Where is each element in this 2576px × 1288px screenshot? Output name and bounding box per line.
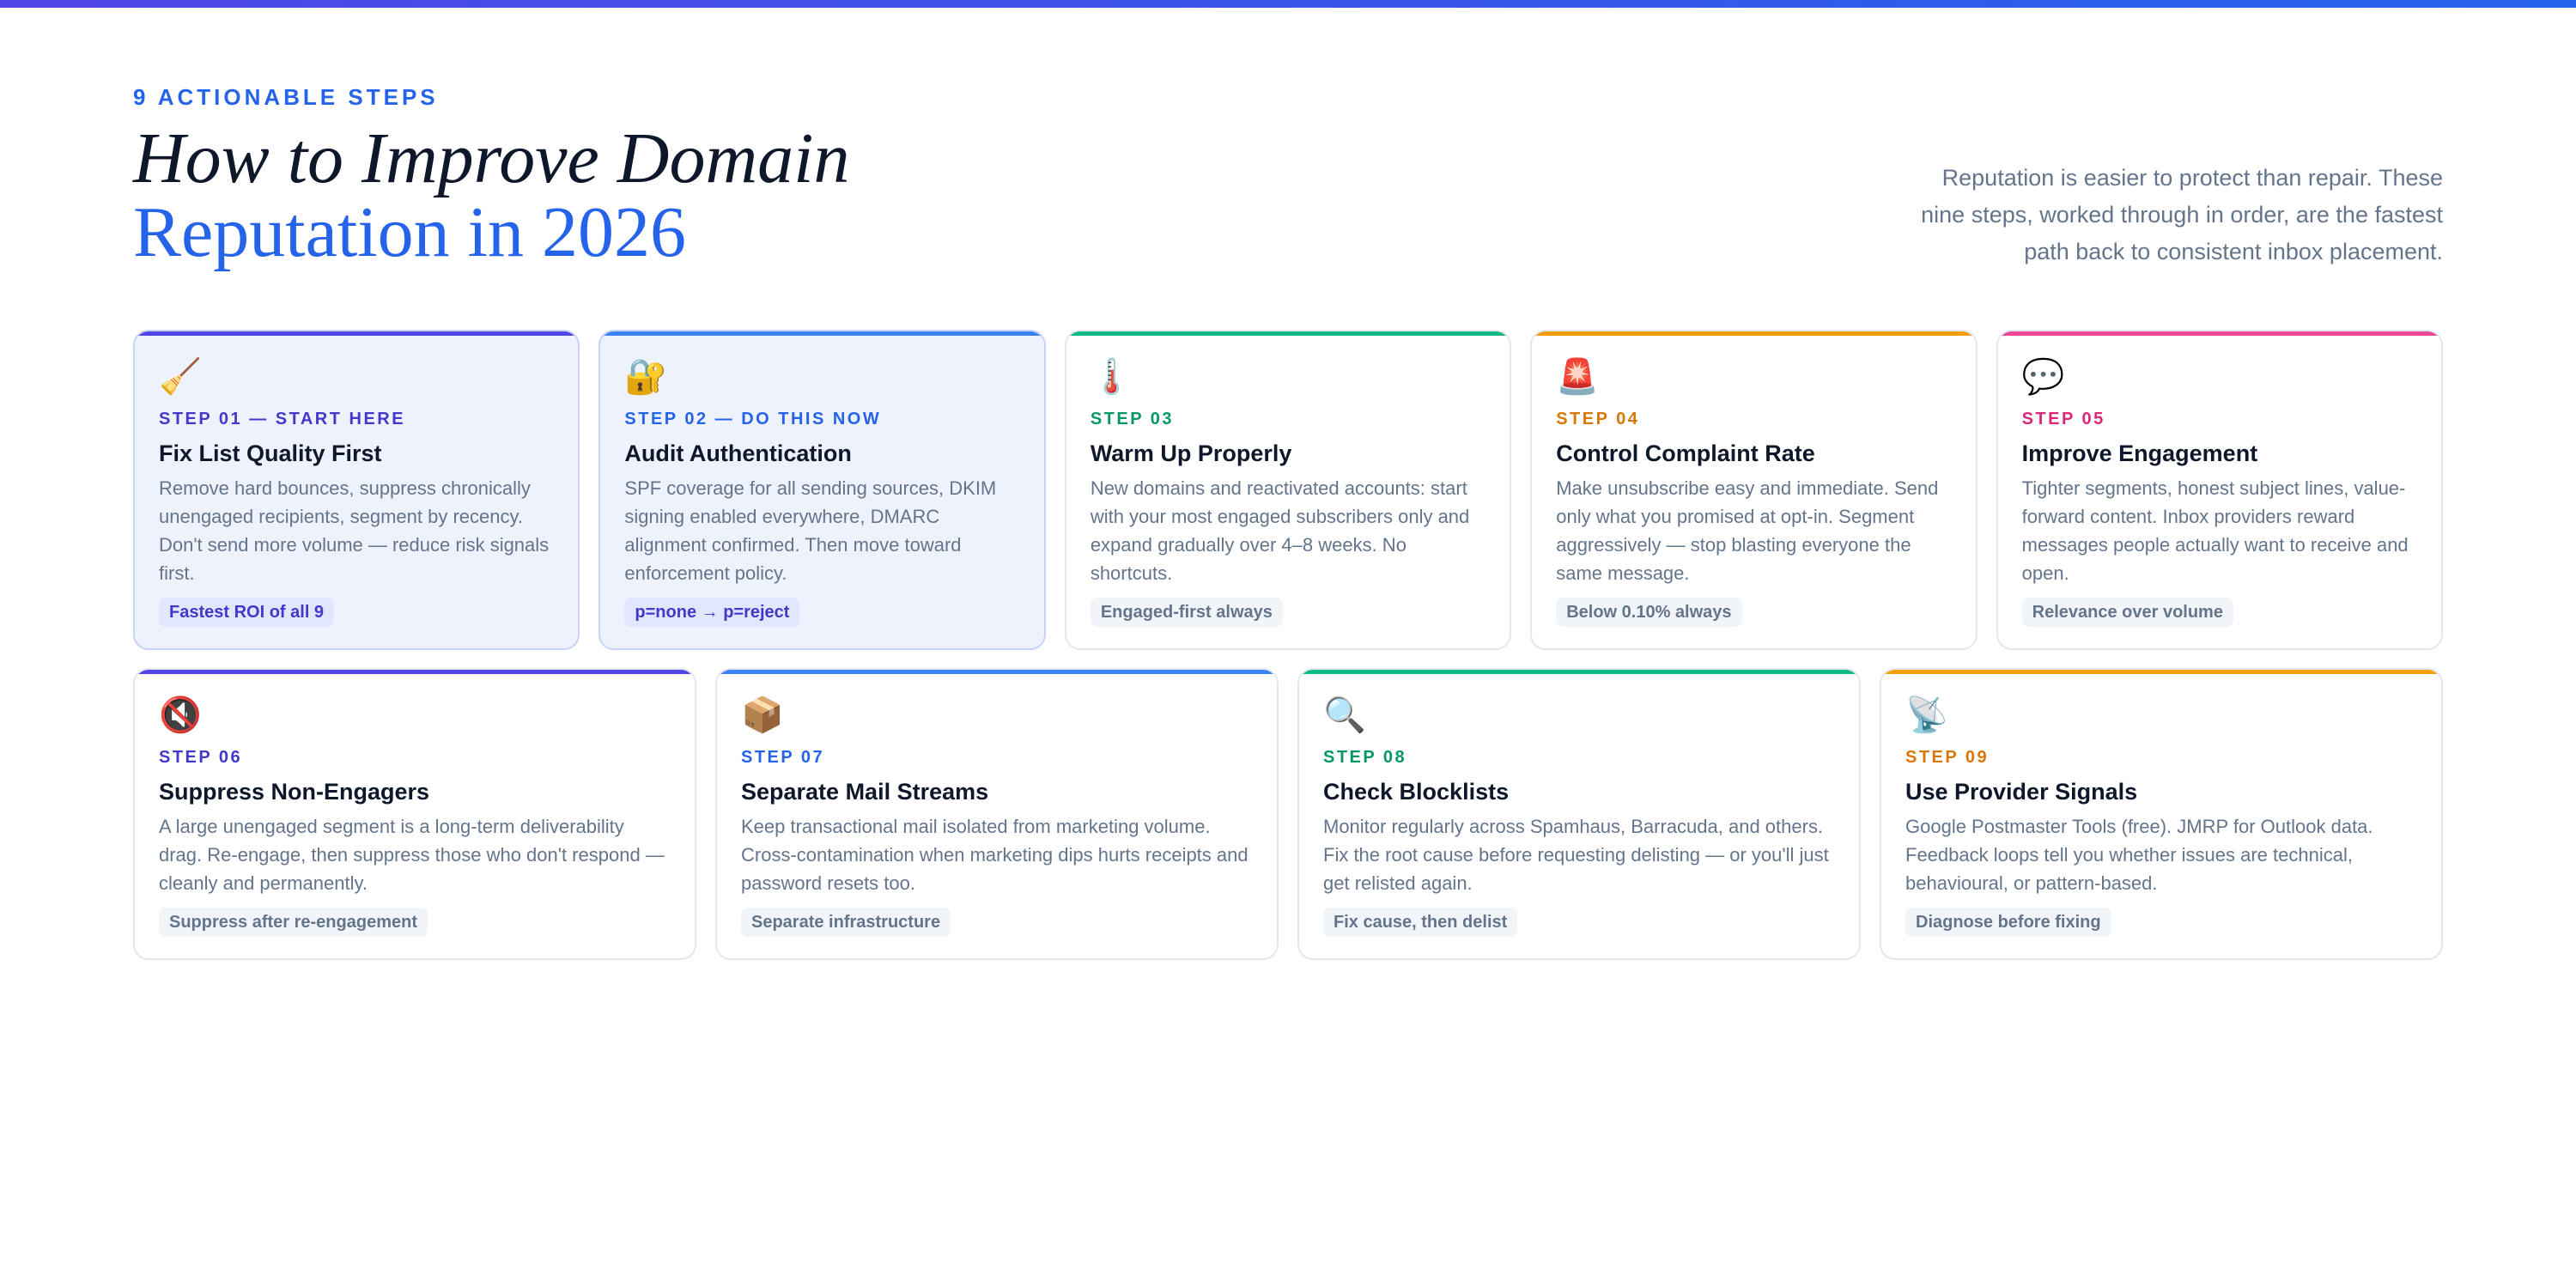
card-accent-bar	[1299, 670, 1859, 674]
page-header: 9 ACTIONABLE STEPS How to Improve Domain…	[133, 84, 2443, 270]
step-title: Control Complaint Rate	[1556, 440, 1815, 466]
step-number: STEP 01 — START HERE	[159, 410, 406, 428]
card-accent-bar	[717, 670, 1277, 674]
step-card-05: 💬 STEP 05 Improve Engagement Tighter segmen…	[1996, 330, 2444, 650]
speech-bubble-icon: 💬	[2021, 357, 2065, 397]
step-description: Make unsubscribe easy and immediate. Sen…	[1556, 477, 1939, 584]
step-card-04: 🚨 STEP 04 Control Complaint Rate Make unsub…	[1530, 330, 1978, 650]
intro-text: Reputation is easier to protect than rep…	[1921, 165, 2443, 264]
card-accent-bar	[135, 331, 579, 336]
step-card-09: 📡 STEP 09 Use Provider Signals Google Postm…	[1880, 668, 2443, 960]
step-card-08: 🔍 STEP 08 Check Blocklists Monitor regularl…	[1297, 668, 1861, 960]
step-tag: Diagnose before fixing	[1905, 908, 2111, 937]
step-number: STEP 04	[1556, 410, 1640, 428]
steps-row-2: 🔇 STEP 06 Suppress Non-Engagers A large une…	[133, 668, 2443, 960]
step-title: Improve Engagement	[2021, 440, 2258, 466]
eyebrow-label: 9 ACTIONABLE STEPS	[133, 84, 439, 110]
card-accent-bar	[1881, 670, 2441, 674]
step-description: Monitor regularly across Spamhaus, Barra…	[1323, 816, 1829, 894]
step-description: Google Postmaster Tools (free). JMRP for…	[1905, 816, 2373, 894]
siren-icon: 🚨	[1556, 357, 1600, 397]
step-description: Keep transactional mail isolated from ma…	[741, 816, 1249, 894]
step-card-01: 🧹 STEP 01 — START HERE Fix List Quality Fi…	[133, 330, 580, 650]
step-title: Separate Mail Streams	[741, 779, 989, 805]
package-icon: 📦	[741, 696, 784, 735]
card-accent-bar	[600, 331, 1044, 336]
step-description: Remove hard bounces, suppress chronicall…	[159, 477, 550, 584]
broom-icon: 🧹	[159, 357, 202, 397]
step-title: Use Provider Signals	[1905, 779, 2138, 805]
step-title: Fix List Quality First	[159, 440, 382, 466]
step-tag: Separate infrastructure	[741, 908, 951, 937]
step-number: STEP 07	[741, 748, 825, 767]
step-card-02: 🔐 STEP 02 — DO THIS NOW Audit Authenticati…	[598, 330, 1046, 650]
step-description: Tighter segments, honest subject lines, …	[2021, 477, 2409, 584]
card-accent-bar	[1532, 331, 1976, 336]
muted-speaker-icon: 🔇	[159, 696, 202, 735]
step-card-06: 🔇 STEP 06 Suppress Non-Engagers A large une…	[133, 668, 696, 960]
steps-row-1: 🧹 STEP 01 — START HERE Fix List Quality Fi…	[133, 330, 2444, 650]
step-title: Suppress Non-Engagers	[159, 779, 430, 805]
top-accent-bar	[0, 0, 2576, 8]
step-number: STEP 09	[1905, 748, 1990, 767]
step-card-03: 🌡️ STEP 03 Warm Up Properly New domains and…	[1064, 330, 1512, 650]
step-tag: Engaged-first always	[1090, 598, 1283, 627]
card-accent-bar	[1066, 331, 1510, 336]
satellite-antenna-icon: 📡	[1905, 696, 1948, 735]
step-tag: Fix cause, then delist	[1323, 908, 1518, 937]
step-number: STEP 05	[2021, 410, 2105, 428]
step-number: STEP 02 — DO THIS NOW	[624, 410, 882, 428]
step-description: SPF coverage for all sending sources, DK…	[624, 477, 997, 584]
step-tag: Suppress after re-engagement	[159, 908, 428, 937]
step-card-07: 📦 STEP 07 Separate Mail Streams Keep transa…	[715, 668, 1279, 960]
page-title: How to Improve Domain Reputation in 2026	[133, 122, 849, 270]
step-number: STEP 03	[1090, 410, 1174, 428]
card-accent-bar	[1997, 331, 2442, 336]
step-tag: Fastest ROI of all 9	[159, 598, 335, 627]
step-tag: p=none → p=reject	[624, 598, 800, 627]
step-number: STEP 08	[1323, 748, 1407, 767]
step-number: STEP 06	[159, 748, 243, 767]
step-title: Warm Up Properly	[1090, 440, 1292, 466]
step-title: Check Blocklists	[1323, 779, 1510, 805]
page-title-line-1: How to Improve Domain	[133, 118, 850, 198]
thermometer-icon: 🌡️	[1090, 357, 1133, 397]
magnifying-glass-icon: 🔍	[1323, 696, 1366, 735]
lock-with-key-icon: 🔐	[624, 357, 668, 397]
step-description: A large unengaged segment is a long-term…	[159, 816, 665, 894]
step-description: New domains and reactivated accounts: st…	[1090, 477, 1470, 584]
page-title-line-2: Reputation in 2026	[133, 192, 686, 272]
step-title: Audit Authentication	[624, 440, 852, 466]
step-tag: Relevance over volume	[2021, 598, 2233, 627]
card-accent-bar	[135, 670, 695, 674]
step-tag: Below 0.10% always	[1556, 598, 1742, 627]
